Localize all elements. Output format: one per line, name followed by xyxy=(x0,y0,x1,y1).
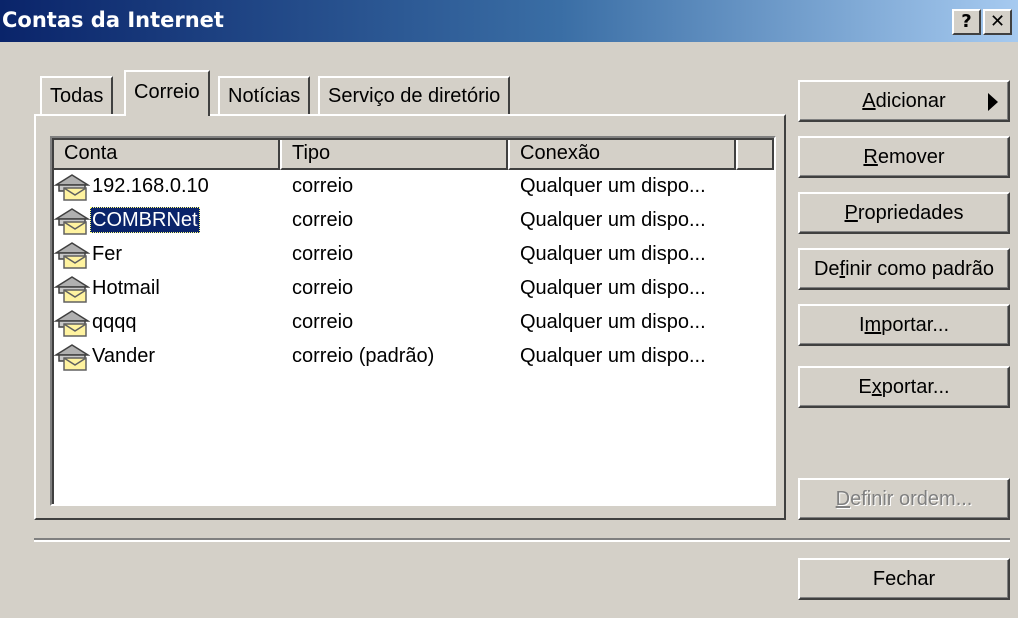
mail-account-icon xyxy=(53,207,91,235)
column-header-tipo[interactable]: Tipo xyxy=(280,138,508,170)
import-button[interactable]: Importar... xyxy=(798,304,1010,346)
export-button[interactable]: Exportar... xyxy=(798,366,1010,408)
account-connection: Qualquer um dispo... xyxy=(520,175,706,197)
close-dialog-button[interactable]: Fechar xyxy=(798,558,1010,600)
table-row[interactable]: Vander correio (padrão) Qualquer um dispo.… xyxy=(52,340,774,372)
mail-account-icon xyxy=(53,173,91,201)
account-name: Fer xyxy=(92,243,122,265)
window-title: Contas da Internet xyxy=(2,8,224,32)
help-button[interactable]: ? xyxy=(952,9,981,35)
column-header-filler xyxy=(736,138,774,170)
account-name: Vander xyxy=(92,345,156,367)
close-dialog-button-label: Fechar xyxy=(872,568,936,590)
title-bar[interactable]: Contas da Internet ? ✕ xyxy=(0,0,1018,42)
remove-button-label: Remover xyxy=(863,146,945,168)
import-button-label: Importar... xyxy=(858,314,950,336)
table-row[interactable]: qqqq correio Qualquer um dispo... xyxy=(52,306,774,338)
arrow-right-icon xyxy=(988,93,998,111)
account-name: COMBRNet xyxy=(90,207,200,233)
account-type: correio xyxy=(292,277,354,299)
tab-servico-diretorio[interactable]: Serviço de diretório xyxy=(318,76,511,114)
account-connection: Qualquer um dispo... xyxy=(520,209,706,231)
account-type: correio xyxy=(292,209,354,231)
tab-noticias[interactable]: Notícias xyxy=(218,76,311,114)
column-header-conta[interactable]: Conta xyxy=(52,138,280,170)
remove-button[interactable]: Remover xyxy=(798,136,1010,178)
account-connection: Qualquer um dispo... xyxy=(520,311,706,333)
tab-correio[interactable]: Correio xyxy=(124,70,210,116)
export-button-label: Exportar... xyxy=(858,376,950,398)
set-default-button[interactable]: Definir como padrão xyxy=(798,248,1010,290)
separator xyxy=(34,538,1010,542)
mail-account-icon xyxy=(53,309,91,337)
table-row[interactable]: Fer correio Qualquer um dispo... xyxy=(52,238,774,270)
properties-button-label: Propriedades xyxy=(844,202,964,224)
set-order-button-label: Definir ordem... xyxy=(835,488,973,510)
column-header-conexao[interactable]: Conexão xyxy=(508,138,736,170)
account-name: Hotmail xyxy=(92,277,160,299)
account-name: 192.168.0.10 xyxy=(92,175,209,197)
mail-account-icon xyxy=(53,275,91,303)
properties-button[interactable]: Propriedades xyxy=(798,192,1010,234)
account-type: correio xyxy=(292,175,354,197)
account-connection: Qualquer um dispo... xyxy=(520,345,706,367)
add-button-label: Adicionar xyxy=(862,90,946,112)
table-row[interactable]: 192.168.0.10 correio Qualquer um dispo... xyxy=(52,170,774,202)
account-type: correio (padrão) xyxy=(292,345,435,367)
add-button[interactable]: Adicionar xyxy=(798,80,1010,122)
table-row[interactable]: COMBRNet correio Qualquer um dispo... xyxy=(52,204,774,236)
account-type: correio xyxy=(292,243,354,265)
account-connection: Qualquer um dispo... xyxy=(520,243,706,265)
account-name: qqqq xyxy=(92,311,137,333)
tab-todas[interactable]: Todas xyxy=(40,76,114,114)
account-list[interactable]: Conta Tipo Conexão 192.168.0.10 correio Qu… xyxy=(50,136,776,506)
close-button[interactable]: ✕ xyxy=(983,9,1012,35)
list-header: Conta Tipo Conexão xyxy=(52,138,774,170)
mail-account-icon xyxy=(53,343,91,371)
account-type: correio xyxy=(292,311,354,333)
table-row[interactable]: Hotmail correio Qualquer um dispo... xyxy=(52,272,774,304)
mail-account-icon xyxy=(53,241,91,269)
set-default-button-label: Definir como padrão xyxy=(813,258,995,280)
set-order-button[interactable]: Definir ordem... xyxy=(798,478,1010,520)
account-connection: Qualquer um dispo... xyxy=(520,277,706,299)
